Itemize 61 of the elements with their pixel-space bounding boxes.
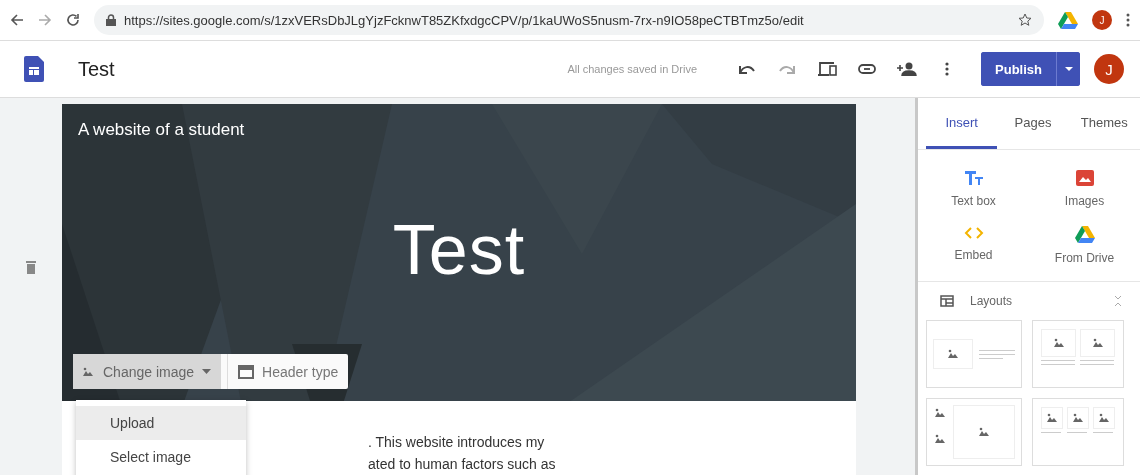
insert-item[interactable]: Text box (918, 170, 1029, 208)
image-icon (977, 426, 991, 438)
layout-thumbnail[interactable] (926, 320, 1022, 388)
caret-icon (202, 369, 212, 374)
save-status: All changes saved in Drive (567, 63, 698, 75)
layout-icon (940, 295, 954, 307)
image-icon (933, 433, 947, 445)
star-icon[interactable] (1018, 13, 1032, 27)
image-icon (1071, 412, 1085, 424)
url-text: https://sites.google.com/s/1zxVERsDbJLgYjzFcknwT85ZKfxdgcCPV/p/1kaUWoS5nusm-7rx-n9IO58peCTBTmz5o/edit (124, 12, 804, 28)
layouts-label: Layouts (970, 294, 1013, 308)
image-icon (946, 348, 960, 360)
image-icon (1090, 337, 1105, 349)
window-icon (238, 364, 255, 379)
page-title: Test (391, 210, 527, 290)
address-bar[interactable]: https://sites.google.com/s/1zxVERsDbJLgYjzFcknwT85ZKfxdgcCPV/p/1kaUWoS5nusm-7rx-n9IO58peCTBTmz5o/edit (94, 5, 1044, 35)
redo-icon (778, 63, 797, 75)
image-icon (81, 365, 95, 378)
add-person-icon (897, 62, 918, 76)
header-type-button[interactable]: Header type (227, 354, 349, 389)
triangle-logo-icon (1058, 11, 1078, 29)
sidebar-tab[interactable]: Themes (1068, 98, 1140, 149)
insert-item[interactable]: Images (1029, 170, 1140, 208)
body-text: . This website introduces my (368, 433, 546, 452)
profile-avatar[interactable]: J (1092, 10, 1112, 30)
undo-icon (738, 63, 757, 75)
caret-icon (1064, 67, 1073, 71)
link-icon (858, 64, 877, 74)
lock-icon (106, 14, 116, 26)
body-text: ated to human factors such as (368, 455, 557, 474)
layout-thumbnail[interactable] (1032, 398, 1124, 466)
image-icon (1075, 170, 1094, 186)
image-icon (933, 407, 947, 419)
collapse-button[interactable] (1114, 295, 1122, 307)
image-icon (1051, 337, 1066, 349)
layout-thumbnail[interactable] (926, 398, 1022, 466)
change-image-button[interactable]: Change image (73, 354, 222, 389)
code-icon (963, 226, 984, 240)
devices-icon (817, 62, 838, 76)
menu-item[interactable]: Select image (76, 440, 246, 474)
insert-item[interactable]: Embed (918, 226, 1029, 265)
more-icon[interactable] (1126, 13, 1130, 27)
layout-thumbnail[interactable] (1032, 320, 1124, 388)
publish-options-button[interactable] (1056, 52, 1080, 86)
reload-icon[interactable] (66, 13, 80, 27)
insert-item[interactable]: From Drive (1029, 226, 1140, 265)
forward-icon[interactable] (38, 13, 52, 27)
triangle-logo-icon (1074, 226, 1095, 243)
trash-icon[interactable] (26, 259, 36, 274)
account-avatar[interactable]: J (1094, 54, 1124, 84)
back-icon[interactable] (10, 13, 24, 27)
sidebar-tab[interactable]: Insert (926, 98, 998, 149)
sidebar-tab[interactable]: Pages (997, 98, 1069, 149)
sites-logo-icon (24, 56, 44, 82)
text-icon (963, 170, 984, 186)
site-heading: A website of a student (77, 119, 246, 140)
more-icon (945, 62, 950, 76)
site-title[interactable]: Test (78, 57, 115, 81)
menu-item[interactable]: Upload (76, 406, 246, 440)
image-icon (1097, 412, 1111, 424)
image-icon (1045, 412, 1059, 424)
